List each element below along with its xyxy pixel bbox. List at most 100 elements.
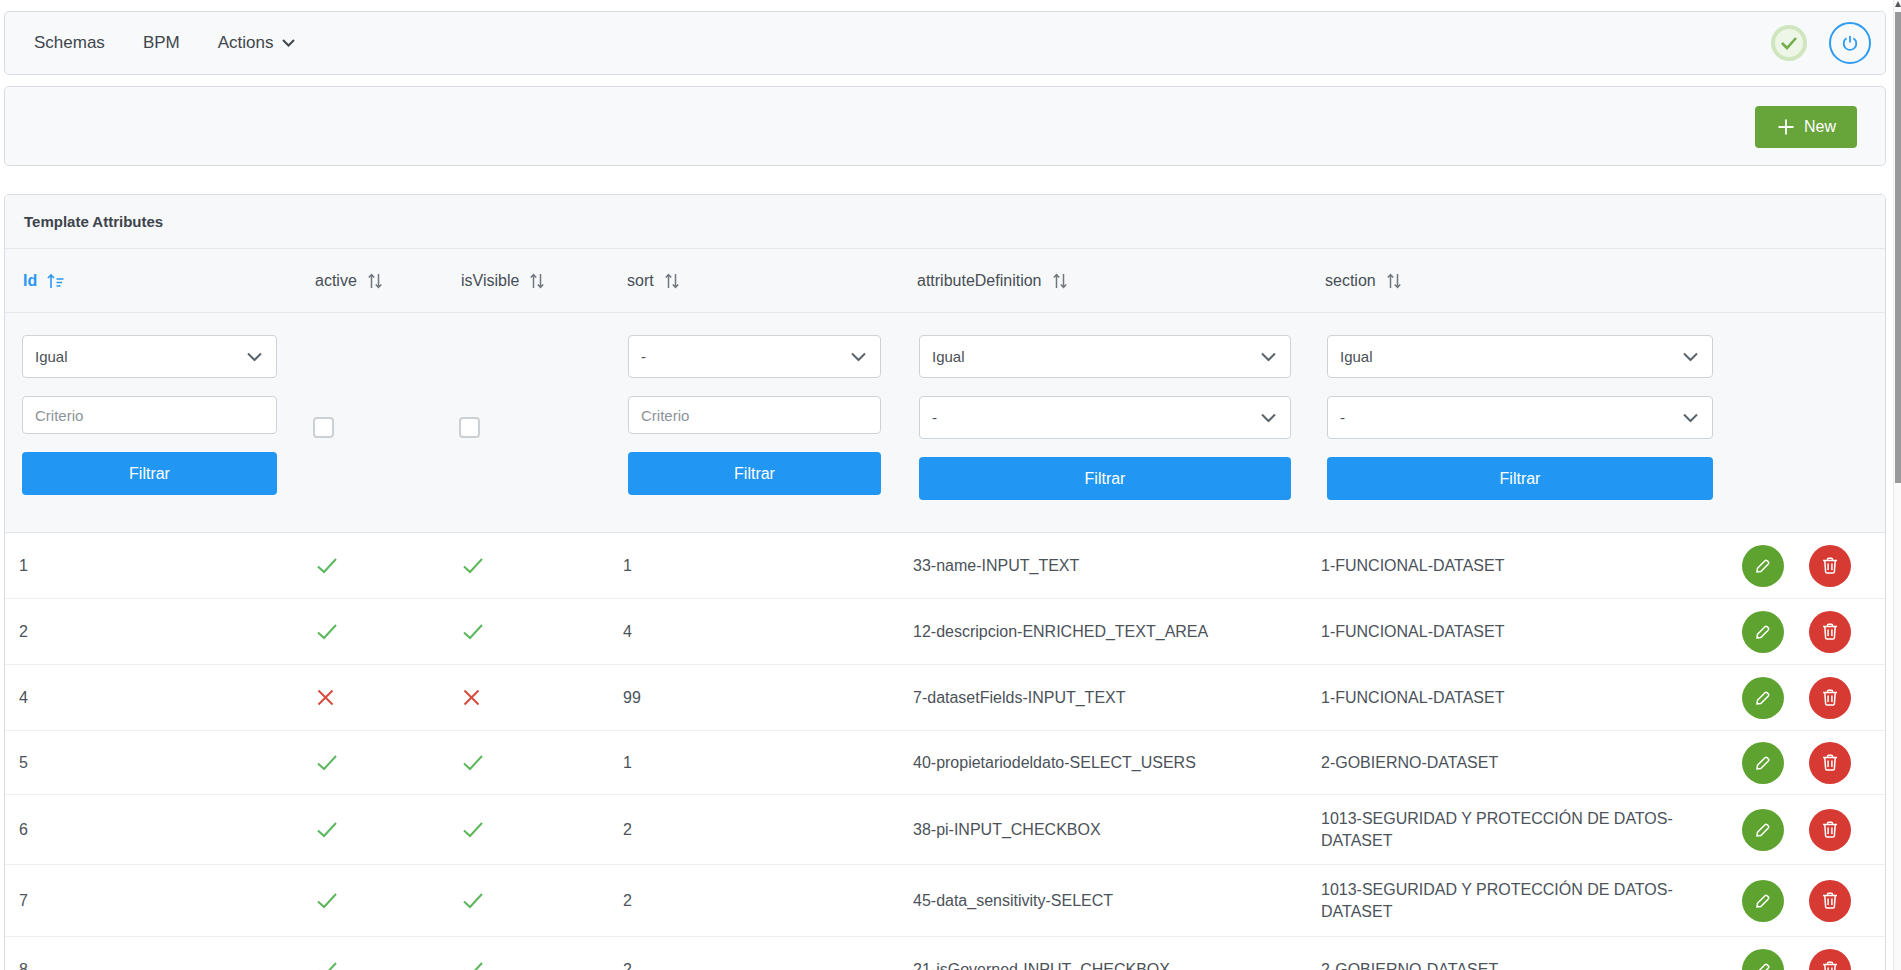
new-button-label: New xyxy=(1804,118,1836,136)
delete-button[interactable] xyxy=(1809,611,1851,653)
id-criteria-input[interactable] xyxy=(22,396,277,434)
pencil-icon xyxy=(1753,753,1773,773)
cell-actions xyxy=(1717,665,1885,730)
chevron-down-icon xyxy=(282,39,295,47)
trash-icon xyxy=(1821,960,1839,970)
delete-button[interactable] xyxy=(1809,809,1851,851)
chevron-down-icon xyxy=(246,352,263,361)
sort-arrows-icon xyxy=(664,273,680,289)
nav-item-bpm[interactable]: BPM xyxy=(124,33,199,53)
navbar: Schemas BPM Actions xyxy=(4,11,1886,75)
power-button[interactable] xyxy=(1829,22,1871,64)
chevron-down-icon xyxy=(1682,352,1699,361)
cell-attributedefinition: 45-data_sensitivity-SELECT xyxy=(899,865,1307,936)
delete-button[interactable] xyxy=(1809,949,1851,970)
table-header-row: Id active isVisible xyxy=(5,249,1885,313)
panel-title: Template Attributes xyxy=(24,213,163,230)
edit-button[interactable] xyxy=(1742,742,1784,784)
cell-actions xyxy=(1717,731,1885,794)
cell-active xyxy=(297,731,443,794)
cell-id: 2 xyxy=(5,599,297,664)
trash-icon xyxy=(1821,622,1839,641)
cell-sort: 99 xyxy=(609,665,899,730)
attributedefinition-value-select[interactable]: - xyxy=(919,396,1291,439)
cell-section: 1-FUNCIONAL-DATASET xyxy=(1307,533,1717,598)
status-valid-badge-icon xyxy=(1771,25,1807,61)
sort-operator-select[interactable]: - xyxy=(628,335,881,378)
cell-attributedefinition: 7-datasetFields-INPUT_TEXT xyxy=(899,665,1307,730)
table-row: 2 4 12-descripcion-ENRICHED_TEXT_AREA 1-… xyxy=(5,599,1885,665)
column-header-attributedefinition[interactable]: attributeDefinition xyxy=(899,249,1307,312)
column-header-id[interactable]: Id xyxy=(5,249,297,312)
section-operator-select[interactable]: Igual xyxy=(1327,335,1713,378)
column-header-section[interactable]: section xyxy=(1307,249,1717,312)
sort-criteria-input[interactable] xyxy=(628,396,881,434)
column-header-sort[interactable]: sort xyxy=(609,249,899,312)
nav-item-schemas[interactable]: Schemas xyxy=(15,33,124,53)
new-button[interactable]: New xyxy=(1755,106,1857,148)
column-header-active[interactable]: active xyxy=(297,249,443,312)
table-row: 7 2 45-data_sensitivity-SELECT 1013-SEGU… xyxy=(5,865,1885,937)
delete-button[interactable] xyxy=(1809,545,1851,587)
id-filter-button[interactable]: Filtrar xyxy=(22,452,277,495)
delete-button[interactable] xyxy=(1809,880,1851,922)
isvisible-filter-checkbox[interactable] xyxy=(459,417,480,438)
delete-button[interactable] xyxy=(1809,742,1851,784)
cell-section: 1013-SEGURIDAD Y PROTECCIÓN DE DATOS-DAT… xyxy=(1307,865,1717,936)
column-header-isvisible[interactable]: isVisible xyxy=(443,249,609,312)
section-value-select[interactable]: - xyxy=(1327,396,1713,439)
cell-section: 1-FUNCIONAL-DATASET xyxy=(1307,665,1717,730)
check-icon xyxy=(462,557,484,574)
edit-button[interactable] xyxy=(1742,677,1784,719)
filter-cell-id: Igual Filtrar xyxy=(5,313,297,532)
cell-isvisible xyxy=(443,599,609,664)
delete-button[interactable] xyxy=(1809,677,1851,719)
filter-cell-isvisible xyxy=(443,313,609,532)
vertical-scrollbar[interactable] xyxy=(1893,0,1901,970)
id-operator-select[interactable]: Igual xyxy=(22,335,277,378)
nav-item-actions[interactable]: Actions xyxy=(199,33,315,53)
sort-filter-button[interactable]: Filtrar xyxy=(628,452,881,495)
cell-id: 4 xyxy=(5,665,297,730)
edit-button[interactable] xyxy=(1742,809,1784,851)
cell-actions xyxy=(1717,533,1885,598)
table-row: 1 1 33-name-INPUT_TEXT 1-FUNCIONAL-DATAS… xyxy=(5,533,1885,599)
attributedefinition-filter-button[interactable]: Filtrar xyxy=(919,457,1291,500)
check-icon xyxy=(462,754,484,771)
edit-button[interactable] xyxy=(1742,880,1784,922)
edit-button[interactable] xyxy=(1742,611,1784,653)
scrollbar-thumb[interactable] xyxy=(1895,12,1901,483)
chevron-down-icon xyxy=(1682,413,1699,422)
attributedefinition-operator-select[interactable]: Igual xyxy=(919,335,1291,378)
cell-isvisible xyxy=(443,795,609,864)
cell-isvisible xyxy=(443,731,609,794)
cell-attributedefinition: 33-name-INPUT_TEXT xyxy=(899,533,1307,598)
pencil-icon xyxy=(1753,960,1773,970)
attributedefinition-operator-value: Igual xyxy=(932,348,965,365)
check-icon xyxy=(316,821,338,838)
trash-icon xyxy=(1821,688,1839,707)
check-icon xyxy=(462,961,484,970)
check-icon xyxy=(316,892,338,909)
active-filter-checkbox[interactable] xyxy=(313,417,334,438)
section-operator-value: Igual xyxy=(1340,348,1373,365)
section-filter-button[interactable]: Filtrar xyxy=(1327,457,1713,500)
pencil-icon xyxy=(1753,622,1773,642)
table-filter-row: Igual Filtrar - xyxy=(5,313,1885,532)
section-value: - xyxy=(1340,409,1345,426)
edit-button[interactable] xyxy=(1742,949,1784,970)
sort-arrows-icon xyxy=(367,273,383,289)
panel-header: Template Attributes xyxy=(5,195,1885,249)
edit-button[interactable] xyxy=(1742,545,1784,587)
trash-icon xyxy=(1821,820,1839,839)
column-header-actions xyxy=(1717,249,1885,312)
check-icon xyxy=(316,754,338,771)
trash-icon xyxy=(1821,891,1839,910)
column-header-isvisible-label: isVisible xyxy=(461,272,519,290)
cell-actions xyxy=(1717,599,1885,664)
table-head: Id active isVisible xyxy=(5,249,1885,533)
scrollbar-up-arrow-icon[interactable] xyxy=(1895,1,1901,7)
table-row: 6 2 38-pi-INPUT_CHECKBOX 1013-SEGURIDAD … xyxy=(5,795,1885,865)
cell-id: 1 xyxy=(5,533,297,598)
filter-cell-attributedefinition: Igual - Filtrar xyxy=(899,313,1307,532)
